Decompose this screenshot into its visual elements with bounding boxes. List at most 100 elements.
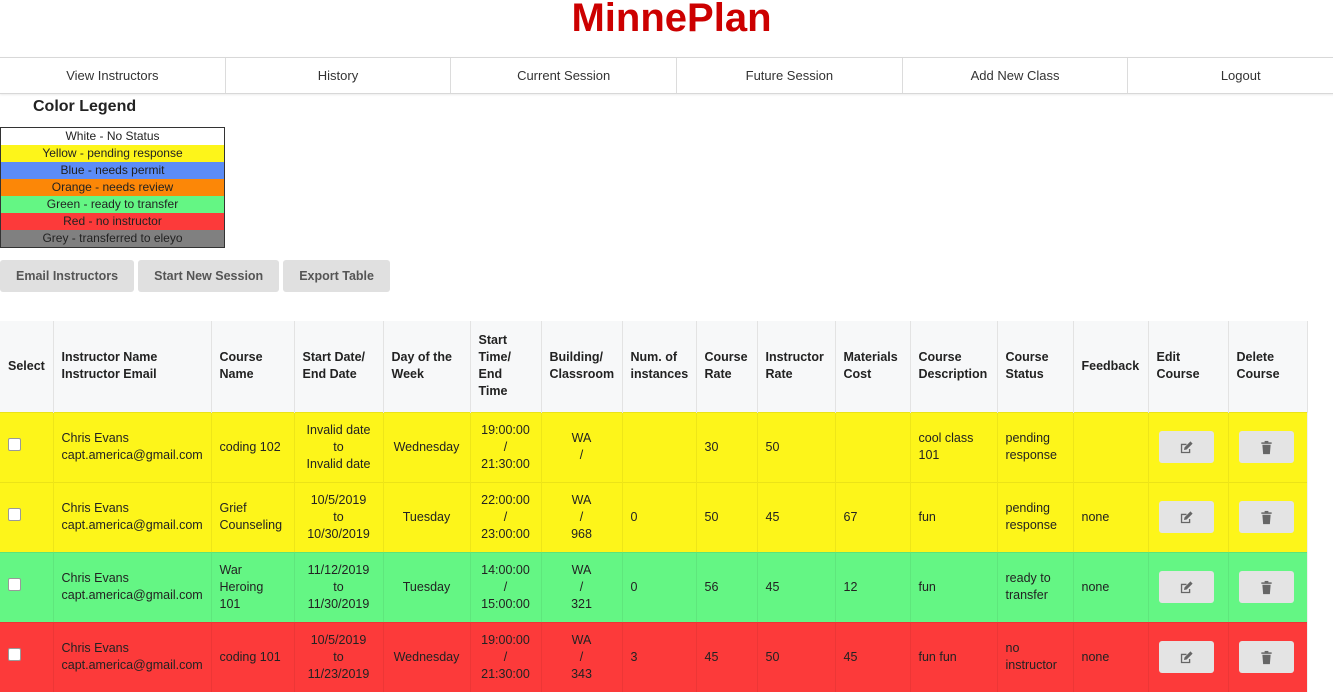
edit-icon xyxy=(1180,440,1193,453)
instructor-cell: Chris Evans capt.america@gmail.com xyxy=(53,412,212,482)
date-line: 11/23/2019 xyxy=(307,666,370,681)
dates-cell: Invalid date to Invalid date xyxy=(294,412,384,482)
select-cell xyxy=(0,622,54,692)
row-select-checkbox[interactable] xyxy=(8,438,21,451)
legend-item: Orange - needs review xyxy=(1,179,224,196)
header-feedback: Feedback xyxy=(1073,321,1149,412)
instructor-rate-cell: 50 xyxy=(757,412,836,482)
nav-view-instructors[interactable]: View Instructors xyxy=(0,58,226,93)
delete-course-button[interactable] xyxy=(1238,431,1294,463)
date-line: to xyxy=(333,509,344,524)
edit-course-button[interactable] xyxy=(1158,501,1214,533)
course-status-cell: pending response xyxy=(997,412,1074,482)
header-course-description-line: Description xyxy=(918,367,988,382)
delete-course-button[interactable] xyxy=(1238,571,1294,603)
instances-cell: 0 xyxy=(622,482,697,552)
time-line: / xyxy=(503,439,508,454)
instructor-email: capt.america@gmail.com xyxy=(61,448,203,462)
nav-add-new-class[interactable]: Add New Class xyxy=(903,58,1129,93)
header-time: Start Time/End Time xyxy=(470,321,542,412)
instances-cell: 3 xyxy=(622,622,697,692)
time-line: 19:00:00 xyxy=(481,632,530,647)
date-line: 10/5/2019 xyxy=(310,632,367,647)
header-building: Building/Classroom xyxy=(541,321,623,412)
legend-item: Yellow - pending response xyxy=(1,145,224,162)
header-course-status-line: Course xyxy=(1005,350,1049,365)
course-rate-cell: 45 xyxy=(696,622,758,692)
nav-current-session[interactable]: Current Session xyxy=(451,58,678,93)
edit-icon xyxy=(1180,580,1193,593)
instructor-email: capt.america@gmail.com xyxy=(61,518,203,532)
select-cell xyxy=(0,482,54,552)
email-instructors-button[interactable]: Email Instructors xyxy=(0,260,135,292)
header-building-line: Classroom xyxy=(549,367,615,382)
export-table-button[interactable]: Export Table xyxy=(283,260,390,292)
header-instructor-rate-line: Instructor xyxy=(765,350,824,365)
day-cell: Wednesday xyxy=(383,622,471,692)
building-line: WA xyxy=(571,632,592,647)
instructor-rate-cell: 45 xyxy=(757,552,836,622)
dates-cell: 10/5/2019 to 10/30/2019 xyxy=(294,482,384,552)
feedback-cell xyxy=(1073,412,1149,482)
delete-course-button[interactable] xyxy=(1238,641,1294,674)
building-line: / xyxy=(579,649,584,664)
header-delete-course: Delete Course xyxy=(1228,321,1308,412)
date-line: 10/5/2019 xyxy=(310,492,367,507)
building-line: / xyxy=(579,579,584,594)
header-time-line: End xyxy=(478,367,503,382)
building-line: / xyxy=(579,448,584,462)
nav-logout[interactable]: Logout xyxy=(1128,58,1333,93)
course-description-cell: fun xyxy=(910,482,998,552)
edit-course-button[interactable] xyxy=(1158,431,1214,463)
course-name-cell: Grief Counseling xyxy=(211,482,295,552)
color-legend: White - No Status Yellow - pending respon… xyxy=(0,127,225,248)
edit-cell xyxy=(1148,552,1229,622)
header-instances: Num. of instances xyxy=(622,321,697,412)
delete-cell xyxy=(1228,412,1308,482)
trash-icon xyxy=(1260,510,1272,524)
edit-course-button[interactable] xyxy=(1158,641,1214,674)
header-course-name-line: Name xyxy=(219,367,254,382)
delete-cell xyxy=(1228,622,1308,692)
course-description-cell: fun fun xyxy=(910,622,998,692)
instructor-rate-cell: 45 xyxy=(757,482,836,552)
course-rate-cell: 30 xyxy=(696,412,758,482)
header-materials-cost-line: Cost xyxy=(843,367,872,382)
instructor-name: Chris Evans xyxy=(61,501,129,515)
time-line: / xyxy=(503,509,508,524)
header-course-name-line: Course xyxy=(219,350,263,365)
time-line: 14:00:00 xyxy=(481,562,530,577)
instructor-name: Chris Evans xyxy=(61,571,129,585)
course-rate-cell: 50 xyxy=(696,482,758,552)
time-line: 21:30:00 xyxy=(481,456,530,471)
building-line: WA xyxy=(571,492,592,507)
start-new-session-button[interactable]: Start New Session xyxy=(138,260,280,292)
row-select-checkbox[interactable] xyxy=(8,508,21,521)
row-select-checkbox[interactable] xyxy=(8,578,21,591)
course-description-cell: fun xyxy=(910,552,998,622)
time-cell: 19:00:00 / 21:30:00 xyxy=(470,622,542,692)
select-cell xyxy=(0,412,54,482)
header-course-rate-line: Rate xyxy=(704,367,732,382)
course-name-cell: coding 101 xyxy=(211,622,295,692)
time-line: 19:00:00 xyxy=(481,422,530,437)
instructor-email: capt.america@gmail.com xyxy=(61,588,203,602)
feedback-cell: none xyxy=(1073,482,1149,552)
table-header-row: Select Instructor Name Instructor Email Cou… xyxy=(0,321,1308,412)
row-select-checkbox[interactable] xyxy=(8,648,21,662)
header-edit-course-line: Edit xyxy=(1156,350,1181,365)
date-line: 11/30/2019 xyxy=(307,596,370,611)
materials-cost-cell: 45 xyxy=(835,622,911,692)
delete-cell xyxy=(1228,552,1308,622)
materials-cost-cell: 12 xyxy=(835,552,911,622)
course-name-cell: War Heroing 101 xyxy=(211,552,295,622)
delete-cell xyxy=(1228,482,1308,552)
trash-icon xyxy=(1260,650,1272,664)
building-cell: WA / 321 xyxy=(541,552,623,622)
delete-course-button[interactable] xyxy=(1238,501,1294,533)
date-line: to xyxy=(333,439,344,454)
nav-history[interactable]: History xyxy=(226,58,452,93)
header-day-line: Week xyxy=(391,367,424,382)
edit-course-button[interactable] xyxy=(1158,571,1214,603)
nav-future-session[interactable]: Future Session xyxy=(677,58,903,93)
